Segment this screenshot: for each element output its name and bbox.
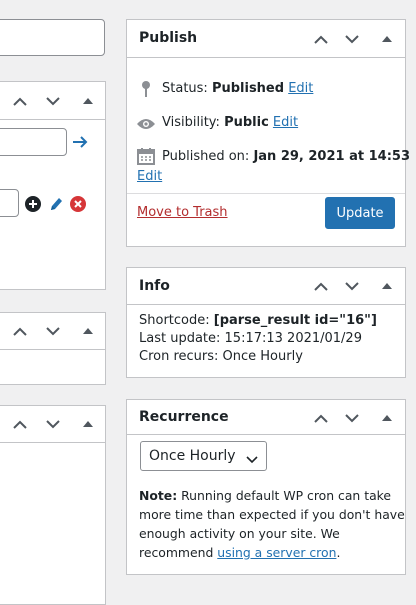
url-input[interactable] xyxy=(0,128,67,156)
note-line-3: enough activity on your site. We xyxy=(139,526,340,541)
info-title: Info xyxy=(139,278,170,294)
move-down-icon[interactable] xyxy=(341,407,363,429)
eye-icon xyxy=(136,117,156,135)
plus-circle-icon[interactable] xyxy=(24,195,42,217)
note-suffix: . xyxy=(336,545,341,560)
publish-metabox: Publish Status: Published Edit Visibilit… xyxy=(126,19,410,247)
status-row: Status: Published Edit xyxy=(162,81,313,96)
visibility-value: Public xyxy=(224,115,269,130)
remove-circle-icon[interactable] xyxy=(69,195,87,217)
shortcode-row: Shortcode: [parse_result id="16"] xyxy=(139,313,377,328)
note-text-1: Running default WP cron can take xyxy=(177,488,392,503)
status-label: Status: xyxy=(162,81,212,96)
cron-recurs-text: Cron recurs: Once Hourly xyxy=(139,349,303,364)
move-down-icon[interactable] xyxy=(42,413,64,435)
info-metabox: Info Shortcode: [parse_result id="16"] L… xyxy=(126,267,406,378)
calendar-icon xyxy=(137,147,155,169)
left-metabox-2 xyxy=(0,312,106,385)
edit-date-link[interactable]: Edit xyxy=(137,169,162,184)
toggle-panel-icon[interactable] xyxy=(376,28,398,50)
left-metabox-3 xyxy=(0,405,106,605)
move-up-icon[interactable] xyxy=(9,90,31,112)
edit-visibility-link[interactable]: Edit xyxy=(273,115,298,130)
server-cron-link[interactable]: using a server cron xyxy=(217,545,336,560)
move-to-trash-link[interactable]: Move to Trash xyxy=(137,205,228,220)
move-down-icon[interactable] xyxy=(341,275,363,297)
shortcode-value: [parse_result id="16"] xyxy=(213,313,377,328)
toggle-panel-icon[interactable] xyxy=(77,413,99,435)
move-up-icon[interactable] xyxy=(9,413,31,435)
move-down-icon[interactable] xyxy=(42,90,64,112)
publish-title: Publish xyxy=(139,30,198,46)
edit-status-link[interactable]: Edit xyxy=(288,81,313,96)
publish-header: Publish xyxy=(127,20,405,58)
note-label: Note: xyxy=(139,488,178,503)
move-up-icon[interactable] xyxy=(310,275,332,297)
value-input[interactable] xyxy=(0,189,19,217)
pin-icon xyxy=(141,80,151,102)
toggle-panel-icon[interactable] xyxy=(376,407,398,429)
move-down-icon[interactable] xyxy=(341,28,363,50)
visibility-row: Visibility: Public Edit xyxy=(162,115,298,130)
shortcode-label: Shortcode: xyxy=(139,313,214,328)
recurrence-metabox: Recurrence Once Hourly Note: Running def… xyxy=(126,399,406,575)
update-button[interactable]: Update xyxy=(325,197,395,229)
move-up-icon[interactable] xyxy=(9,320,31,342)
visibility-label: Visibility: xyxy=(162,115,225,130)
note-line-2: more time than expected if you don't hav… xyxy=(139,507,405,522)
status-value: Published xyxy=(211,81,285,96)
recurrence-note: Note: Running default WP cron can take m… xyxy=(139,486,405,562)
recurrence-select[interactable]: Once Hourly xyxy=(140,441,267,471)
published-on-value: Jan 29, 2021 at 14:53 xyxy=(253,149,410,164)
recurrence-header: Recurrence xyxy=(127,400,405,435)
note-line-1: Note: Running default WP cron can take xyxy=(139,486,405,505)
published-on-row: Published on: Jan 29, 2021 at 14:53 xyxy=(162,149,410,164)
published-on-label: Published on: xyxy=(162,149,254,164)
move-up-icon[interactable] xyxy=(310,407,332,429)
chevron-down-icon xyxy=(246,452,258,468)
arrow-right-icon[interactable] xyxy=(71,133,89,155)
move-up-icon[interactable] xyxy=(310,28,332,50)
move-down-icon[interactable] xyxy=(42,320,64,342)
left-metabox-1 xyxy=(0,81,106,290)
publish-actions-divider xyxy=(127,193,405,194)
recurrence-selected-value: Once Hourly xyxy=(149,448,236,464)
recurrence-title: Recurrence xyxy=(139,409,229,425)
info-header: Info xyxy=(127,268,405,305)
toggle-panel-icon[interactable] xyxy=(376,275,398,297)
toggle-panel-icon[interactable] xyxy=(77,90,99,112)
toggle-panel-icon[interactable] xyxy=(77,320,99,342)
note-line-4: recommend using a server cron. xyxy=(139,543,405,562)
pencil-icon[interactable] xyxy=(48,195,64,217)
last-update-text: Last update: 15:17:13 2021/01/29 xyxy=(139,331,362,346)
title-input[interactable] xyxy=(0,19,105,56)
note-prefix: recommend xyxy=(139,545,218,560)
